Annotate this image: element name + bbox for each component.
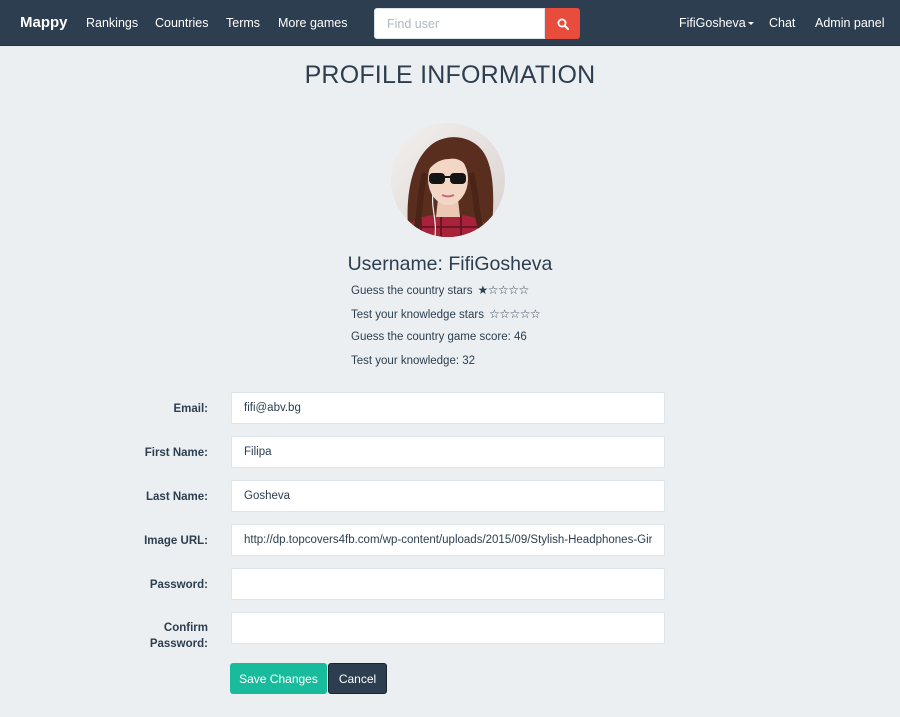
confirm-password-label-line1: Confirm bbox=[163, 622, 208, 634]
cancel-button[interactable]: Cancel bbox=[328, 663, 387, 694]
brand-logo[interactable]: Mappy bbox=[20, 14, 68, 31]
image-url-field[interactable] bbox=[231, 524, 665, 556]
search-icon bbox=[557, 18, 569, 30]
star-empty-icon: ☆ bbox=[487, 283, 499, 297]
star-empty-icon: ☆ bbox=[488, 307, 500, 321]
star-filled-icon: ★ bbox=[477, 283, 488, 297]
stat-guess-country-stars: Guess the country stars ★☆☆☆☆ bbox=[351, 283, 529, 297]
page-title: PROFILE INFORMATION bbox=[304, 61, 596, 89]
save-changes-button[interactable]: Save Changes bbox=[230, 663, 327, 694]
star-rating: ☆☆☆☆☆ bbox=[488, 307, 541, 321]
star-empty-icon: ☆ bbox=[509, 307, 520, 321]
star-empty-icon: ☆ bbox=[519, 307, 531, 321]
email-label: Email: bbox=[173, 403, 208, 415]
caret-down-icon bbox=[747, 22, 754, 26]
confirm-password-label: Confirm Password: bbox=[0, 620, 208, 652]
nav-link-chat[interactable]: Chat bbox=[769, 16, 795, 30]
top-navbar: Mappy Rankings Countries Terms More game… bbox=[0, 0, 900, 46]
star-empty-icon: ☆ bbox=[518, 283, 530, 297]
nav-link-terms[interactable]: Terms bbox=[226, 16, 260, 30]
email-field[interactable] bbox=[231, 392, 665, 424]
username-heading: Username: FifiGosheva bbox=[347, 253, 553, 275]
star-empty-icon: ☆ bbox=[497, 283, 509, 297]
stat-guess-country-score: Guess the country game score: 46 bbox=[351, 331, 527, 343]
star-empty-icon: ☆ bbox=[499, 307, 510, 321]
avatar-image bbox=[391, 123, 505, 237]
star-empty-icon: ☆ bbox=[508, 283, 519, 297]
confirm-password-field[interactable] bbox=[231, 612, 665, 644]
search-input[interactable] bbox=[374, 8, 545, 39]
avatar bbox=[391, 123, 505, 237]
nav-link-more-games[interactable]: More games bbox=[278, 16, 347, 30]
search-button[interactable] bbox=[545, 8, 580, 39]
stat-label: Test your knowledge stars bbox=[351, 309, 484, 321]
stat-knowledge-stars: Test your knowledge stars ☆☆☆☆☆ bbox=[351, 307, 541, 321]
confirm-password-label-line2: Password: bbox=[149, 638, 208, 650]
image-url-label: Image URL: bbox=[144, 535, 208, 547]
last-name-field[interactable] bbox=[231, 480, 665, 512]
star-rating: ★☆☆☆☆ bbox=[477, 283, 530, 297]
nav-link-countries[interactable]: Countries bbox=[155, 16, 209, 30]
stat-label: Guess the country stars bbox=[351, 285, 473, 297]
nav-link-rankings[interactable]: Rankings bbox=[86, 16, 138, 30]
password-label: Password: bbox=[149, 579, 208, 591]
first-name-label: First Name: bbox=[144, 447, 208, 459]
user-dropdown[interactable]: FifiGosheva bbox=[679, 16, 754, 30]
user-dropdown-label: FifiGosheva bbox=[679, 16, 746, 30]
nav-link-admin-panel[interactable]: Admin panel bbox=[815, 16, 885, 30]
last-name-label: Last Name: bbox=[146, 491, 208, 503]
stat-knowledge-score: Test your knowledge: 32 bbox=[351, 355, 476, 367]
first-name-field[interactable] bbox=[231, 436, 665, 468]
star-empty-icon: ☆ bbox=[530, 307, 541, 321]
password-field[interactable] bbox=[231, 568, 665, 600]
